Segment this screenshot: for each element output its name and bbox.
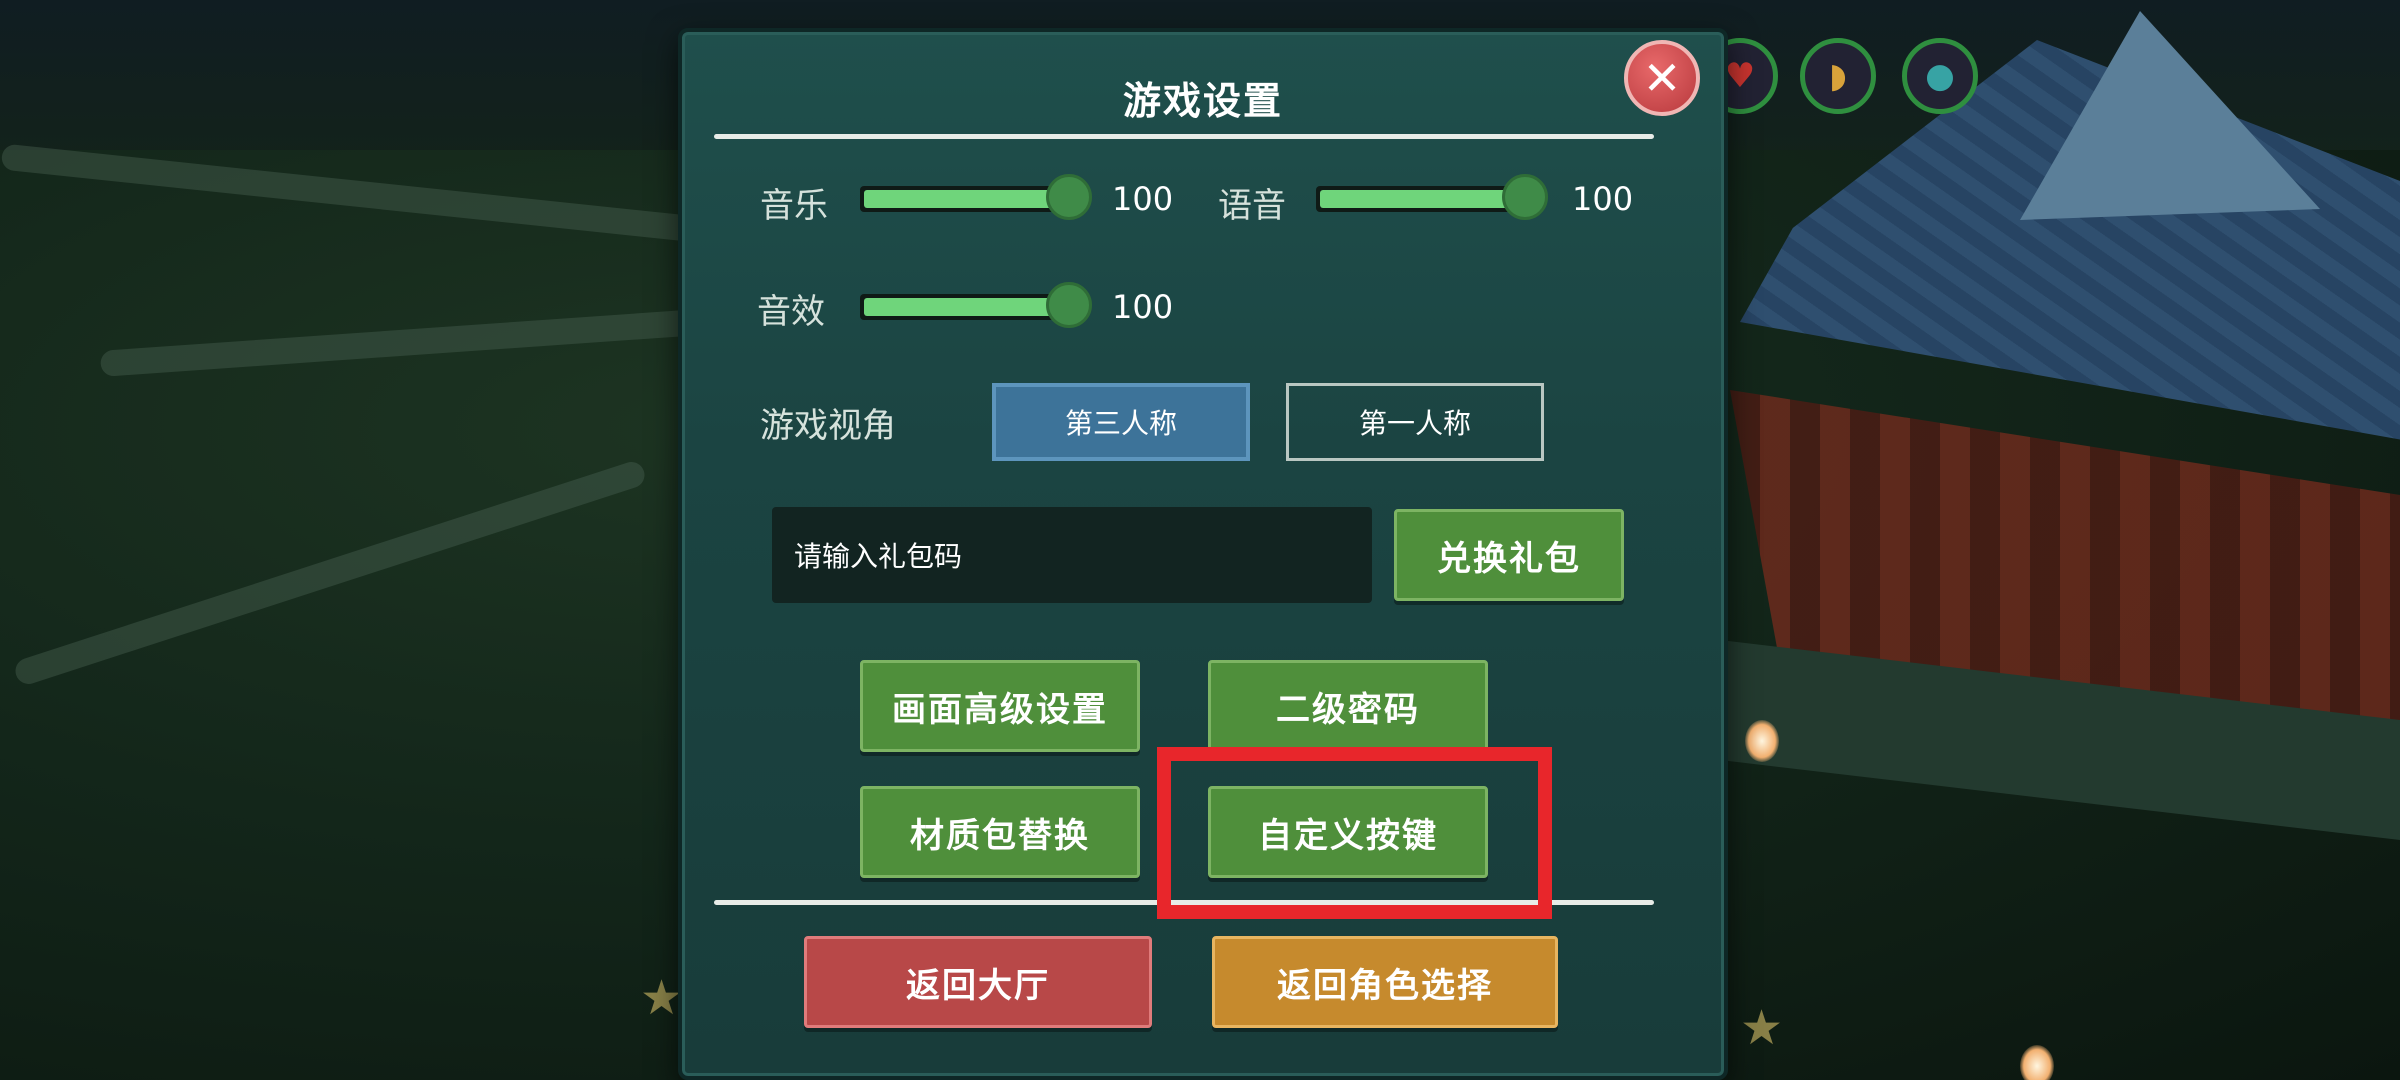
music-slider-knob[interactable]: [1046, 174, 1092, 220]
voice-slider[interactable]: [1316, 174, 1548, 220]
game-settings-dialog: 游戏设置 音乐 100 语音 100 音效 100 游戏视角 第三人称 第一人称…: [678, 28, 1728, 1080]
sfx-slider-fill: [864, 298, 1060, 316]
voice-slider-fill: [1320, 190, 1516, 208]
voice-slider-knob[interactable]: [1502, 174, 1548, 220]
third-person-option[interactable]: 第三人称: [992, 383, 1250, 461]
food-icon: ◗: [1829, 56, 1847, 96]
back-to-character-select-button[interactable]: 返回角色选择: [1212, 936, 1558, 1028]
star-decoration: ★: [1740, 1000, 1784, 1056]
thirst-status-icon[interactable]: ●: [1902, 38, 1978, 114]
second-password-button[interactable]: 二级密码: [1208, 660, 1488, 752]
dialog-title: 游戏设置: [1122, 79, 1283, 123]
texture-pack-button[interactable]: 材质包替换: [860, 786, 1140, 878]
lamp-light: [2020, 1045, 2054, 1080]
star-decoration: ★: [640, 970, 684, 1026]
water-drop-icon: ●: [1925, 56, 1955, 96]
close-button[interactable]: ✕: [1624, 40, 1700, 116]
voice-label: 语音: [1218, 186, 1286, 226]
voice-value: 100: [1572, 180, 1634, 218]
hunger-status-icon[interactable]: ◗: [1800, 38, 1876, 114]
back-to-lobby-button[interactable]: 返回大厅: [804, 936, 1152, 1028]
sfx-slider-knob[interactable]: [1046, 282, 1092, 328]
close-x-icon: ✕: [1642, 51, 1682, 105]
highlight-box: [1157, 747, 1552, 919]
music-label: 音乐: [760, 186, 828, 226]
sfx-value: 100: [1112, 288, 1174, 326]
view-label: 游戏视角: [760, 406, 896, 446]
graphics-settings-button[interactable]: 画面高级设置: [860, 660, 1140, 752]
lamp-light: [1745, 720, 1779, 762]
sfx-slider[interactable]: [860, 282, 1092, 328]
redeem-gift-button[interactable]: 兑换礼包: [1394, 509, 1624, 601]
title-divider: [714, 134, 1654, 139]
music-slider-fill: [864, 190, 1060, 208]
music-slider[interactable]: [860, 174, 1092, 220]
music-value: 100: [1112, 180, 1174, 218]
first-person-option[interactable]: 第一人称: [1286, 383, 1544, 461]
gift-code-input[interactable]: 请输入礼包码: [772, 507, 1372, 603]
sfx-label: 音效: [757, 292, 825, 332]
